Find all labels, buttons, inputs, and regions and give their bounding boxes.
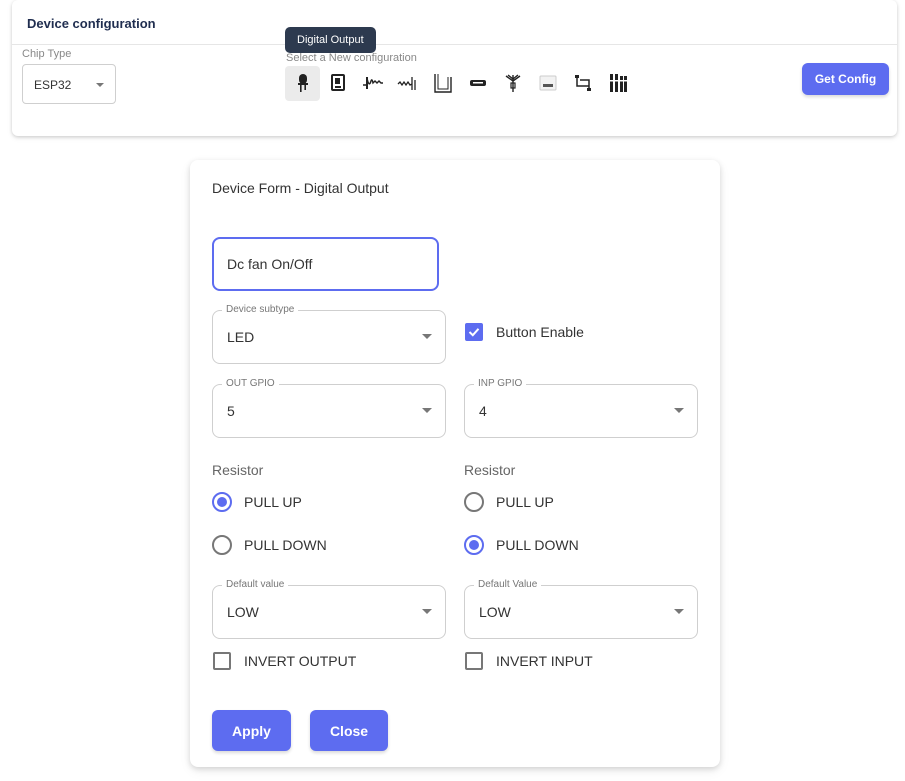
i2c-button[interactable] [565,66,600,101]
inp-gpio-label: INP GPIO [474,378,527,390]
default-value-input-value: LOW [479,604,511,620]
input-pull-down-radio[interactable]: PULL DOWN [464,535,579,555]
multi-sensor-icon [609,74,627,92]
relay-icon [330,74,345,91]
pull-down-label: PULL DOWN [244,537,327,553]
panel-title: Device configuration [27,16,156,31]
radio-selected-icon [464,535,484,555]
led-icon [297,74,308,92]
chevron-down-icon [422,609,432,614]
pull-down-label: PULL DOWN [496,537,579,553]
form-title: Device Form - Digital Output [212,180,389,196]
device-subtype-value: LED [227,329,255,345]
checkbox-unchecked-icon [213,652,231,670]
checkbox-unchecked-icon [465,652,483,670]
invert-input-label: INVERT INPUT [496,653,593,669]
get-config-button[interactable]: Get Config [802,63,889,95]
device-subtype-select[interactable]: Device subtype LED [212,304,446,364]
servo-button[interactable] [355,66,390,101]
chip-type-select[interactable]: ESP32 [22,64,116,104]
out-gpio-label: OUT GPIO [222,378,279,390]
antenna-icon [505,74,520,92]
output-pull-down-radio[interactable]: PULL DOWN [212,535,327,555]
display-button[interactable] [460,66,495,101]
default-value-label: Default value [222,579,289,591]
tank-icon [433,74,452,93]
chevron-down-icon [422,408,432,413]
digital-output-button[interactable] [285,65,320,101]
servo-icon [362,77,383,89]
invert-output-checkbox[interactable]: INVERT OUTPUT [213,652,356,670]
device-subtype-label: Device subtype [222,304,299,316]
radio-selected-icon [212,492,232,512]
default-value-output-select[interactable]: Default value LOW [212,579,446,639]
antenna-button[interactable] [495,66,530,101]
close-button[interactable]: Close [310,710,388,751]
device-configuration-panel: Device configuration Chip Type ESP32 Dig… [12,0,897,136]
chevron-down-icon [674,408,684,413]
chevron-down-icon [422,334,432,339]
button-enable-label: Button Enable [496,324,584,340]
apply-button[interactable]: Apply [212,710,291,751]
invert-input-checkbox[interactable]: INVERT INPUT [465,652,593,670]
inp-gpio-value: 4 [479,403,487,419]
output-resistor-label: Resistor [212,462,264,478]
out-gpio-value: 5 [227,403,235,419]
bus-module-icon [539,75,556,91]
pull-up-label: PULL UP [244,494,302,510]
pull-up-label: PULL UP [496,494,554,510]
relay-button[interactable] [320,66,355,101]
default-value-label: Default Value [474,579,542,591]
tooltip: Digital Output [285,27,376,53]
divider [12,44,897,45]
chevron-down-icon [96,83,104,87]
default-value-input-select[interactable]: Default Value LOW [464,579,698,639]
input-resistor-label: Resistor [464,462,516,478]
bus-module-button[interactable] [530,66,565,101]
select-new-configuration-label: Select a New configuration [286,52,417,64]
sensor-wave-button[interactable] [390,66,425,101]
radio-unselected-icon [212,535,232,555]
input-pull-up-radio[interactable]: PULL UP [464,492,554,512]
default-value-output-value: LOW [227,604,259,620]
display-icon [469,80,486,86]
out-gpio-select[interactable]: OUT GPIO 5 [212,378,446,438]
button-enable-checkbox[interactable]: Button Enable [465,323,584,341]
radio-unselected-icon [464,492,484,512]
chevron-down-icon [674,609,684,614]
tank-button[interactable] [425,66,460,101]
i2c-icon [574,75,591,91]
device-form-dialog: Device Form - Digital Output Device subt… [190,160,720,767]
device-name-input[interactable] [212,237,439,291]
inp-gpio-select[interactable]: INP GPIO 4 [464,378,698,438]
output-pull-up-radio[interactable]: PULL UP [212,492,302,512]
chip-type-label: Chip Type [22,48,72,60]
sensor-wave-icon [397,77,416,90]
invert-output-label: INVERT OUTPUT [244,653,357,669]
device-type-toolbar [285,65,635,101]
checkbox-checked-icon [465,323,483,341]
chip-type-value: ESP32 [34,78,72,92]
multi-sensor-button[interactable] [600,66,635,101]
